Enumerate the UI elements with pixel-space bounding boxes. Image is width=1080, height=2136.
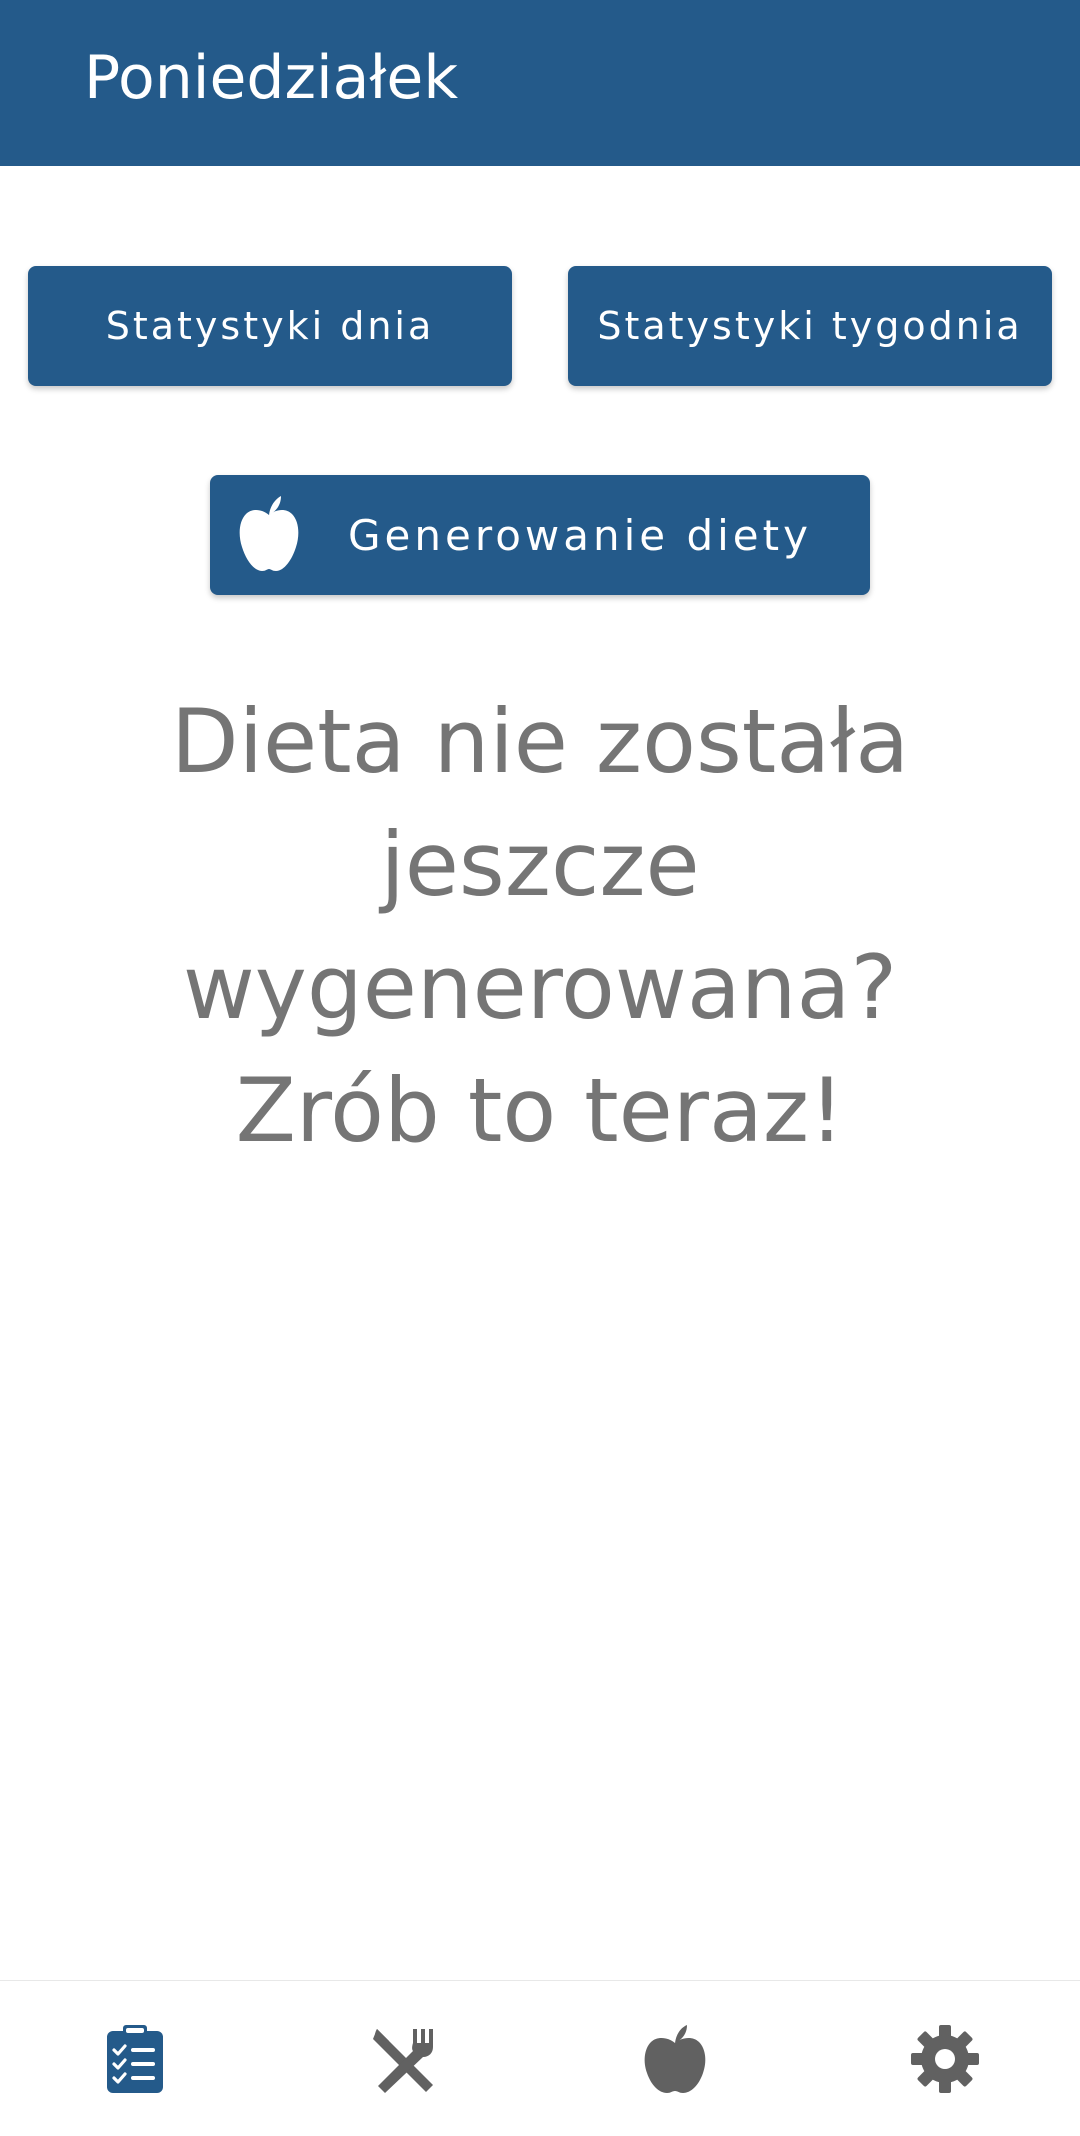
app-bar: Poniedziałek — [0, 0, 1080, 166]
clipboard-checklist-icon — [107, 2025, 163, 2093]
nav-item-settings[interactable] — [810, 1981, 1080, 2136]
empty-diet-message: Dieta nie została jeszcze wygenerowana? … — [170, 690, 910, 1162]
week-stats-button[interactable]: Statystyki tygodnia — [568, 266, 1052, 386]
apple-icon — [239, 496, 299, 571]
generate-diet-label: Generowanie diety — [348, 510, 812, 560]
page-title: Poniedziałek — [84, 43, 459, 113]
day-stats-label: Statystyki dnia — [105, 304, 435, 348]
fork-knife-icon — [373, 2029, 433, 2093]
bottom-navigation — [0, 1980, 1080, 2136]
apple-icon — [644, 2025, 706, 2093]
nav-item-diet[interactable] — [540, 1981, 810, 2136]
gear-icon — [911, 2025, 979, 2093]
nav-item-plan[interactable] — [0, 1981, 270, 2136]
week-stats-label: Statystyki tygodnia — [597, 304, 1023, 348]
nav-item-meals[interactable] — [270, 1981, 540, 2136]
screen: Poniedziałek Statystyki dnia Statystyki … — [0, 0, 1080, 2136]
generate-diet-button[interactable]: Generowanie diety — [210, 475, 870, 595]
day-stats-button[interactable]: Statystyki dnia — [28, 266, 512, 386]
